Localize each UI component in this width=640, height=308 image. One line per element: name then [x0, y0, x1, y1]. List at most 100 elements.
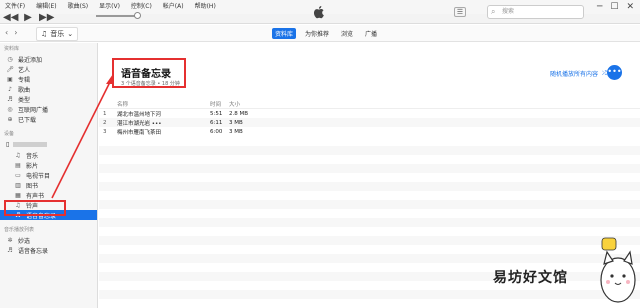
sidebar-item-label: 电视节目 — [26, 172, 51, 180]
library-header: 资料库 — [4, 46, 20, 52]
play-icon[interactable]: ▶ — [21, 12, 35, 23]
sidebar-highlight-box — [4, 200, 66, 216]
row-size: 3 MB — [229, 128, 243, 135]
radio-icon: ◎ — [7, 105, 13, 113]
sidebar-item-label: 专辑 — [18, 76, 31, 84]
sidebar-item-artists[interactable]: 🎤︎ 艺人 — [0, 64, 97, 74]
volume-slider[interactable] — [96, 12, 141, 19]
tab-bar: 资料库 为你推荐 浏览 广播 — [272, 28, 380, 39]
menu-help[interactable]: 帮助(H) — [190, 0, 222, 14]
window-controls: ─ ☐ ✕ — [597, 2, 634, 12]
note-icon: ♪ — [8, 85, 12, 93]
download-icon: ⊕ — [7, 115, 13, 123]
sidebar-item-albums[interactable]: ▣ 专辑 — [0, 74, 97, 84]
sidebar-item-device-books[interactable]: ▥ 图书 — [0, 180, 97, 190]
sidebar-item-label: 艺人 — [18, 66, 31, 74]
memo-table: 名称 时间 大小 1 湖北市温州地下河 5:51 2.8 MB 2 湛江市湖光岩… — [99, 100, 640, 136]
more-options-button[interactable]: ••• — [607, 65, 622, 80]
row-time: 5:51 — [210, 110, 223, 117]
tv-icon: ▭ — [15, 171, 21, 179]
fast-forward-icon[interactable]: ▶▶ — [39, 12, 54, 23]
microphone-icon: 🎤︎ — [6, 65, 14, 73]
media-label: 音乐 — [50, 30, 65, 38]
playlists-header: 音乐播放列表 — [4, 227, 35, 233]
sidebar-item-genres[interactable]: ♬ 类型 — [0, 94, 97, 104]
tab-library[interactable]: 资料库 — [272, 28, 297, 39]
apple-logo-icon — [313, 6, 324, 19]
search-field[interactable]: ⌕ 搜索 — [487, 5, 584, 19]
table-row[interactable]: 1 湖北市温州地下河 5:51 2.8 MB — [99, 109, 640, 118]
album-icon: ▣ — [7, 75, 13, 83]
row-size: 2.8 MB — [229, 110, 249, 117]
maximize-icon[interactable]: ☐ — [610, 2, 618, 12]
row-index: 2 — [103, 119, 107, 126]
sidebar-item-label: 最近添加 — [18, 56, 43, 64]
shuffle-label: 随机播放所有内容 — [550, 71, 599, 78]
row-name: 湖北市温州地下河 — [117, 111, 162, 118]
iphone-icon: ▯ — [6, 141, 10, 148]
sidebar-item-label: 图书 — [26, 182, 39, 190]
sidebar-item-label: 歌曲 — [18, 86, 31, 94]
sidebar-item-playlist-voice-memos[interactable]: ♬ 语音备忘录 — [0, 245, 97, 255]
sidebar-item-label: 类型 — [18, 96, 31, 104]
film-icon: ▤ — [15, 161, 21, 169]
back-icon[interactable]: ‹ — [5, 28, 8, 37]
sidebar: 资料库 ◷ 最近添加 🎤︎ 艺人 ▣ 专辑 ♪ 歌曲 ♬ 类型 ◎ 互联网广播 ⊕ 已下载 设… — [0, 43, 98, 308]
tab-browse[interactable]: 浏览 — [338, 28, 356, 39]
sidebar-item-genius[interactable]: ✲ 妙选 — [0, 235, 97, 245]
media-picker[interactable]: ♫ 音乐 ⌄ — [36, 27, 79, 41]
sidebar-item-device-movies[interactable]: ▤ 影片 — [0, 160, 97, 170]
row-time: 6:00 — [210, 128, 223, 135]
table-header: 名称 时间 大小 — [99, 100, 640, 109]
sidebar-item-songs[interactable]: ♪ 歌曲 — [0, 84, 97, 94]
forward-icon[interactable]: › — [14, 28, 17, 37]
sidebar-item-label: 语音备忘录 — [18, 247, 49, 255]
menu-song[interactable]: 歌曲(S) — [63, 0, 95, 14]
rewind-icon[interactable]: ◀◀ — [3, 12, 18, 23]
menu-controls[interactable]: 控制(C) — [126, 0, 158, 14]
col-name-header[interactable]: 名称 — [117, 100, 210, 108]
genius-icon: ✲ — [7, 236, 13, 244]
watermark-text: 易坊好文馆 — [493, 270, 568, 286]
chevron-down-icon: ⌄ — [67, 30, 74, 38]
history-arrows: ‹ › — [5, 28, 17, 37]
title-highlight-box — [112, 58, 186, 88]
row-name: 梅州市雁南飞茶田 — [117, 129, 162, 136]
minimize-icon[interactable]: ─ — [597, 2, 602, 12]
transport-controls: ◀◀ ▶ ▶▶ — [3, 12, 54, 23]
row-time: 6:11 — [210, 119, 223, 126]
tab-radio[interactable]: 广播 — [362, 28, 380, 39]
tab-for-you[interactable]: 为你推荐 — [302, 28, 332, 39]
sidebar-item-label: 影片 — [26, 162, 39, 170]
sidebar-item-downloaded[interactable]: ⊕ 已下载 — [0, 114, 97, 124]
col-size-header[interactable]: 大小 — [229, 100, 259, 108]
volume-knob[interactable] — [134, 12, 141, 19]
row-name: 湛江市湖光岩 ••• — [117, 120, 162, 127]
shuffle-all-button[interactable]: 随机播放所有内容 ⤮ — [550, 69, 607, 79]
table-row[interactable]: 2 湛江市湖光岩 ••• 6:11 3 MB — [99, 118, 640, 127]
sidebar-item-device-tv[interactable]: ▭ 电视节目 — [0, 170, 97, 180]
sidebar-item-recently-added[interactable]: ◷ 最近添加 — [0, 54, 97, 64]
sidebar-item-internet-radio[interactable]: ◎ 互联网广播 — [0, 104, 97, 114]
close-icon[interactable]: ✕ — [626, 2, 634, 12]
clock-icon: ◷ — [7, 55, 13, 63]
menu-view[interactable]: 显示(V) — [94, 0, 126, 14]
genre-icon: ♬ — [7, 95, 13, 103]
voice-memo-icon: ♬ — [7, 246, 13, 254]
sidebar-item-device-music[interactable]: ♫ 音乐 — [0, 150, 97, 160]
col-time-header[interactable]: 时间 — [210, 100, 229, 108]
menu-account[interactable]: 帐户(A) — [158, 0, 190, 14]
note-icon: ♫ — [15, 151, 21, 159]
row-size: 3 MB — [229, 119, 243, 126]
devices-header: 设备 — [4, 131, 15, 137]
cat-mascot-icon — [600, 237, 636, 303]
table-row[interactable]: 3 梅州市雁南飞茶田 6:00 3 MB — [99, 127, 640, 136]
device-item[interactable]: ▯ — [0, 139, 97, 150]
note-icon: ♫ — [41, 30, 48, 38]
sidebar-item-device-audiobooks[interactable]: ▦ 有声书 — [0, 190, 97, 200]
audiobook-icon: ▦ — [15, 191, 21, 199]
sidebar-item-label: 妙选 — [18, 237, 31, 245]
sidebar-item-label: 已下载 — [18, 116, 37, 124]
list-view-icon[interactable]: ☰ — [454, 7, 466, 17]
device-name-redacted — [13, 142, 48, 147]
